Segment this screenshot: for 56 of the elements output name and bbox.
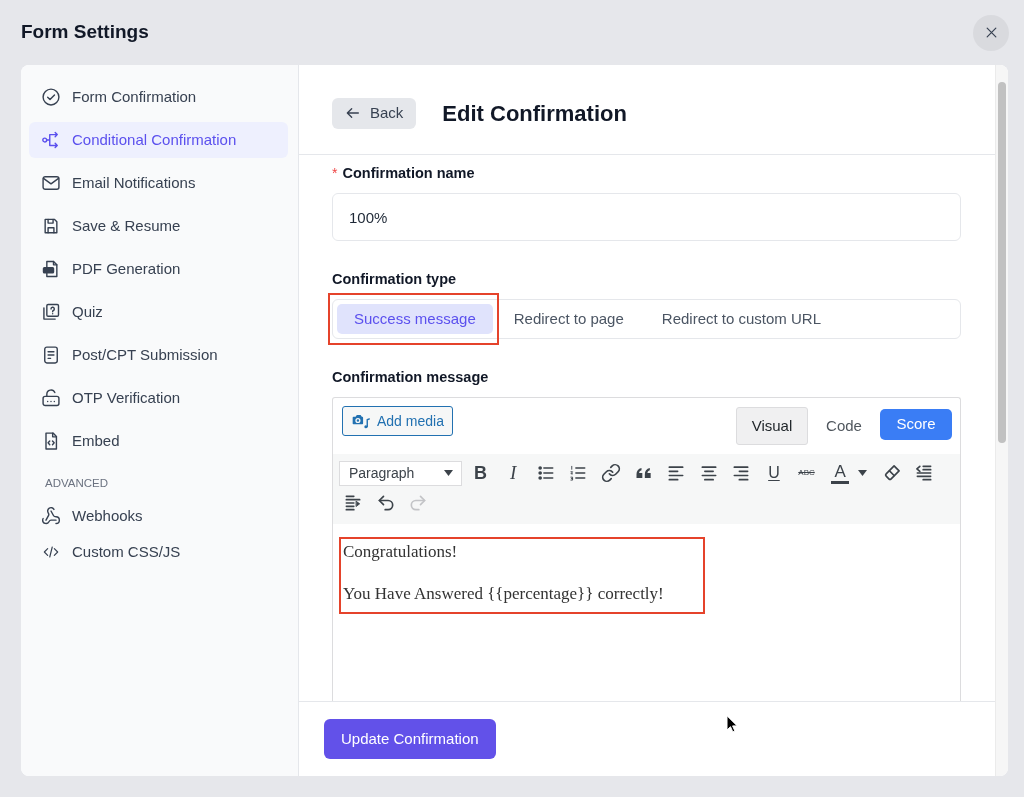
add-media-button[interactable]: Add media <box>342 406 453 436</box>
indent-icon <box>343 493 363 513</box>
sidebar-item[interactable]: Embed <box>29 423 288 459</box>
branch-arrows-icon <box>41 130 61 150</box>
text-input[interactable]: 100% <box>332 193 961 241</box>
padlock-dots-icon <box>41 388 61 408</box>
format-dropdown[interactable]: Paragraph <box>339 460 462 486</box>
paragraph-text: Congratulations! <box>343 541 459 563</box>
window-title: Form Settings <box>21 20 149 45</box>
text-color-button[interactable]: A <box>825 459 874 487</box>
undo-icon <box>375 493 396 513</box>
caret-icon <box>857 470 867 476</box>
sidebar-item[interactable]: Conditional Confirmation <box>29 122 288 158</box>
arrow-left-icon <box>345 105 361 121</box>
strikethrough-button[interactable]: ABC <box>792 459 821 487</box>
caret-icon <box>444 470 453 476</box>
sidebar-item[interactable]: Email Notifications <box>29 165 288 201</box>
bold-button[interactable]: B <box>466 459 495 487</box>
sidebar-item[interactable]: Quiz <box>29 294 288 330</box>
link-icon <box>600 463 621 483</box>
field-label: Confirmation message <box>332 368 490 387</box>
close-icon <box>984 26 998 39</box>
sidebar-item[interactable]: Custom CSS/JS <box>29 534 288 570</box>
tab[interactable]: Redirect to custom URL <box>644 304 839 334</box>
section-heading: ADVANCED <box>44 476 110 491</box>
tab[interactable]: Success message <box>337 304 493 334</box>
sidebar-item[interactable]: Post/CPT Submission <box>29 337 288 373</box>
sidebar-item[interactable]: PDF Generation <box>29 251 288 287</box>
document-lines-icon <box>41 345 61 365</box>
required-mark: * <box>332 164 338 183</box>
back-button[interactable]: Back <box>332 97 417 129</box>
mode-tab[interactable]: Code <box>808 407 880 445</box>
paragraph-text: You Have Answered {{percentage}} correctly! <box>343 583 665 605</box>
underline-button[interactable]: U <box>759 459 788 487</box>
webhook-icon <box>41 506 61 526</box>
tab[interactable]: Redirect to page <box>496 304 641 334</box>
scrollbar[interactable] <box>995 65 1008 776</box>
bullet-list-icon <box>535 463 556 483</box>
mouse-pointer-icon <box>726 715 738 733</box>
redo-icon <box>408 493 429 513</box>
check-circle-icon <box>41 87 61 107</box>
italic-button[interactable]: I <box>499 459 528 487</box>
field-label: Confirmation type <box>332 270 458 289</box>
sidebar-item[interactable]: Save & Resume <box>29 208 288 244</box>
mode-tab[interactable]: Visual <box>736 407 808 445</box>
file-tag-icon <box>41 259 61 279</box>
update-button[interactable]: Update Confirmation <box>324 719 496 759</box>
sidebar-item[interactable]: Webhooks <box>29 498 288 534</box>
question-square-icon <box>41 302 61 322</box>
scrollbar-thumb[interactable] <box>998 82 1006 443</box>
envelope-icon <box>41 173 61 193</box>
score-button[interactable]: Score <box>880 409 952 440</box>
page-title: Edit Confirmation <box>442 99 627 128</box>
sidebar-item[interactable]: Form Confirmation <box>29 79 288 115</box>
field-label: Confirmation name <box>342 164 475 183</box>
sidebar-item[interactable]: OTP Verification <box>29 380 288 416</box>
